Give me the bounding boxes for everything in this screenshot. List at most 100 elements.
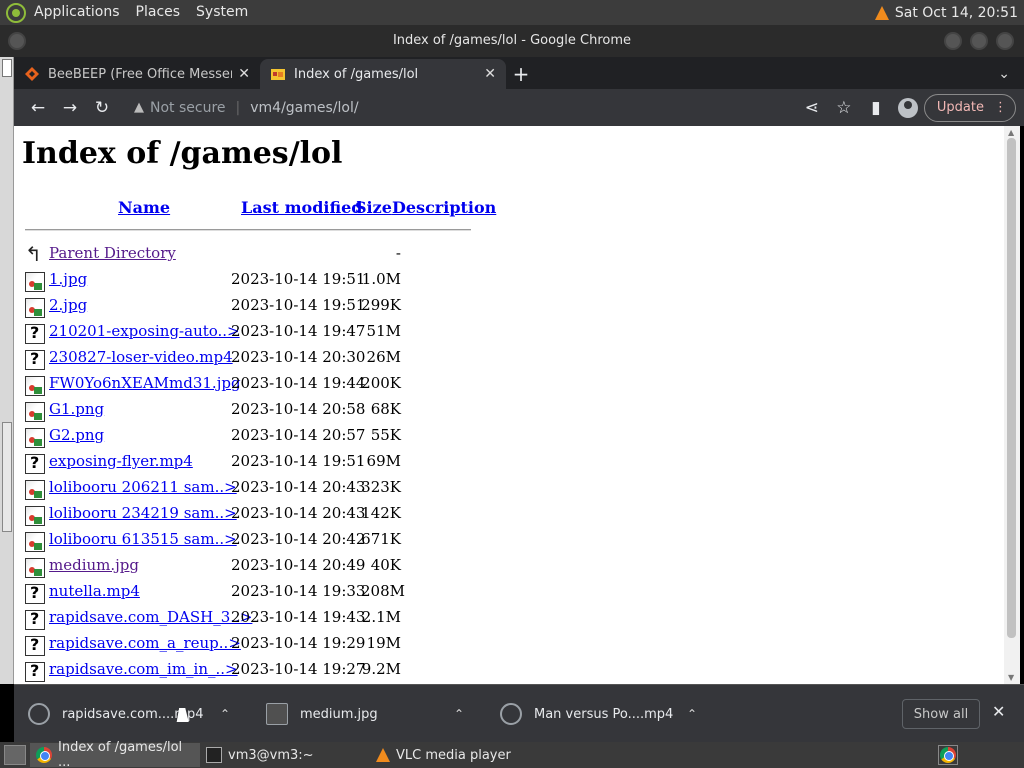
unknown-file-icon [25, 609, 45, 630]
file-link[interactable]: nutella.mp4 [49, 582, 140, 600]
column-header-description[interactable]: Description [392, 198, 496, 217]
workspace-switcher[interactable] [938, 745, 958, 765]
taskbar-item-label: Index of /games/lol ... [58, 740, 183, 768]
file-size: 40K [370, 556, 401, 574]
file-link[interactable]: G2.png [49, 426, 104, 444]
file-size: 200K [361, 374, 401, 392]
panel-clock[interactable]: Sat Oct 14, 20:51 [895, 5, 1018, 21]
new-tab-plus-icon[interactable]: + [506, 59, 536, 89]
not-secure-label[interactable]: Not secure [150, 100, 226, 116]
back-arrow-icon[interactable]: ← [22, 92, 54, 124]
file-link[interactable]: lolibooru 234219 sam..> [49, 504, 237, 522]
bookmark-star-icon[interactable]: ☆ [828, 92, 860, 124]
column-header-last-modified[interactable]: Last modified [241, 198, 362, 217]
column-header-size[interactable]: Size [355, 198, 392, 217]
top-panel: Applications Places System Sat Oct 14, 2… [0, 0, 1024, 25]
file-link[interactable]: lolibooru 613515 sam..> [49, 530, 237, 548]
taskbar-item-label: vm3@vm3:~ [228, 747, 314, 763]
window-title-bar[interactable]: Index of /games/lol - Google Chrome [0, 25, 1024, 57]
file-size: 51M [366, 322, 401, 340]
file-link[interactable]: FW0Yo6nXEAMmd31.jpg [49, 374, 241, 392]
url-text[interactable]: vm4/games/lol/ [250, 100, 358, 116]
file-size: 1.0M [361, 270, 401, 288]
vlc-tray-icon[interactable] [874, 5, 889, 20]
video-file-icon [28, 703, 50, 725]
tab-close-icon[interactable]: ✕ [238, 66, 250, 82]
image-file-icon [25, 558, 45, 578]
chevron-up-icon[interactable]: ⌃ [687, 707, 697, 721]
reload-icon[interactable]: ↻ [86, 92, 118, 124]
file-modified: 2023-10-14 19:51 [231, 296, 366, 314]
side-panel-icon[interactable]: ▮ [860, 92, 892, 124]
address-bar[interactable]: ▲ Not secure | vm4/games/lol/ [124, 93, 796, 123]
tab-beebeep[interactable]: BeeBEEP (Free Office Messenger) ✕ [14, 59, 260, 89]
show-desktop-icon[interactable] [4, 745, 26, 765]
file-modified: 2023-10-14 20:30 [231, 348, 366, 366]
menu-places[interactable]: Places [128, 0, 189, 25]
terminal-icon [206, 747, 222, 763]
taskbar-item-terminal[interactable]: vm3@vm3:~ [200, 743, 370, 767]
file-link[interactable]: 230827-loser-video.mp4 [49, 348, 233, 366]
taskbar-item-vlc[interactable]: VLC media player [370, 743, 540, 767]
file-modified: 2023-10-14 20:42 [231, 530, 366, 548]
file-link[interactable]: rapidsave.com_im_in_..> [49, 660, 238, 678]
download-item[interactable]: Man versus Po....mp4 ⌃ [500, 685, 697, 743]
file-link[interactable]: lolibooru 206211 sam..> [49, 478, 237, 496]
minimize-button[interactable] [944, 32, 962, 50]
file-link[interactable]: G1.png [49, 400, 104, 418]
chevron-up-icon[interactable]: ⌃ [454, 707, 464, 721]
image-file-icon [25, 298, 45, 318]
file-modified: 2023-10-14 19:44 [231, 374, 366, 392]
close-shelf-icon[interactable]: ✕ [992, 702, 1005, 721]
parent-directory-link[interactable]: Parent Directory [49, 244, 176, 262]
kebab-menu-icon[interactable]: ⋮ [994, 100, 1007, 115]
download-filename: Man versus Po....mp4 [534, 706, 674, 722]
unknown-file-icon [25, 583, 45, 604]
share-icon[interactable]: ⋖ [796, 92, 828, 124]
unknown-file-icon [25, 349, 45, 370]
omnibox-divider: | [235, 99, 241, 116]
file-link[interactable]: 210201-exposing-auto..> [49, 322, 240, 340]
forward-arrow-icon[interactable]: → [54, 92, 86, 124]
vlc-icon [376, 748, 390, 762]
image-file-icon [25, 376, 45, 396]
chevron-up-icon[interactable]: ⌃ [220, 707, 230, 721]
scroll-down-icon[interactable]: ▼ [1008, 673, 1014, 682]
tab-search-chevron-down-icon[interactable]: ⌄ [998, 59, 1010, 89]
menu-applications[interactable]: Applications [26, 0, 128, 25]
warning-triangle-icon[interactable]: ▲ [134, 100, 144, 115]
file-size: 69M [366, 452, 401, 470]
scroll-up-icon[interactable]: ▲ [1008, 128, 1014, 137]
tab-close-icon[interactable]: ✕ [484, 66, 496, 82]
file-link[interactable]: exposing-flyer.mp4 [49, 452, 193, 470]
file-link[interactable]: 2.jpg [49, 296, 87, 314]
show-all-button[interactable]: Show all [902, 699, 980, 729]
tab-index-games-lol[interactable]: Index of /games/lol ✕ [260, 59, 506, 89]
window-controls [944, 32, 1014, 50]
maximize-button[interactable] [970, 32, 988, 50]
scrollbar-thumb[interactable] [1007, 138, 1016, 638]
file-link[interactable]: medium.jpg [49, 556, 139, 574]
file-size: 671K [361, 530, 401, 548]
profile-avatar-icon [897, 97, 918, 118]
distro-logo-icon[interactable] [6, 2, 26, 23]
menu-system[interactable]: System [188, 0, 256, 25]
window-menu-button[interactable] [8, 32, 26, 50]
page-scrollbar[interactable]: ▲ ▼ [1004, 126, 1020, 684]
file-link[interactable]: rapidsave.com_a_reup..> [49, 634, 241, 652]
file-modified: 2023-10-14 19:47 [231, 322, 366, 340]
download-item[interactable]: medium.jpg ⌃ [266, 685, 464, 743]
tab-label: Index of /games/lol [294, 66, 419, 82]
column-header-name[interactable]: Name [118, 198, 170, 217]
beebeep-favicon-icon [25, 67, 39, 81]
file-link[interactable]: 1.jpg [49, 270, 87, 288]
panel-menu: Applications Places System [26, 0, 256, 25]
taskbar-item-chrome[interactable]: Index of /games/lol ... [30, 740, 200, 768]
file-modified: 2023-10-14 20:43 [231, 504, 366, 522]
file-link[interactable]: rapidsave.com_DASH_3..> [49, 608, 252, 626]
close-window-button[interactable] [996, 32, 1014, 50]
profile-button[interactable] [892, 92, 924, 124]
image-file-icon [25, 506, 45, 526]
file-size: 299K [361, 296, 401, 314]
update-button[interactable]: Update ⋮ [923, 93, 1016, 122]
